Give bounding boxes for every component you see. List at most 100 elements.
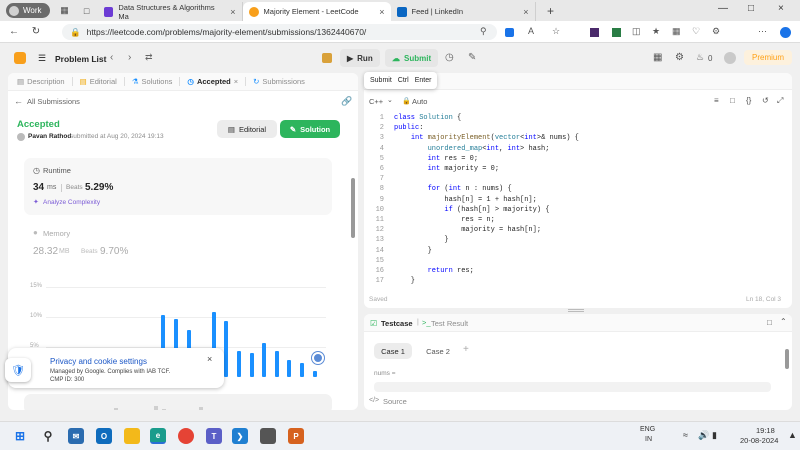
- new-tab-icon[interactable]: +: [544, 4, 558, 18]
- code-line[interactable]: if (hash[n] > majority) {: [394, 206, 549, 216]
- collapse-icon[interactable]: ⌃: [780, 317, 787, 326]
- close-icon[interactable]: ×: [207, 354, 212, 364]
- nums-input[interactable]: [374, 382, 771, 392]
- analyze-complexity-link[interactable]: Analyze Complexity: [43, 199, 100, 206]
- close-icon[interactable]: ×: [230, 7, 235, 17]
- tab-testcase[interactable]: Testcase: [381, 319, 413, 328]
- autocomplete-mode[interactable]: Auto: [412, 97, 427, 106]
- outlook-app-icon[interactable]: O: [96, 428, 112, 444]
- shuffle-icon[interactable]: ⇄: [145, 52, 153, 63]
- code-line[interactable]: class Solution {: [394, 114, 461, 124]
- streak-fire-icon[interactable]: ♨: [696, 52, 704, 63]
- extension-icon[interactable]: [505, 28, 514, 37]
- run-button[interactable]: ▶ Run: [340, 49, 380, 67]
- code-line[interactable]: majority = hash[n];: [394, 226, 541, 236]
- code-line[interactable]: unordered_map<int, int> hash;: [394, 145, 550, 155]
- tab-editorial[interactable]: ▤ Editorial: [75, 73, 122, 91]
- prev-problem-icon[interactable]: ‹: [110, 52, 113, 63]
- close-icon[interactable]: ×: [379, 7, 384, 17]
- close-window-icon[interactable]: ×: [778, 3, 784, 14]
- next-problem-icon[interactable]: ›: [128, 52, 131, 63]
- terminal-app-icon[interactable]: [260, 428, 276, 444]
- user-avatar[interactable]: [724, 52, 736, 64]
- close-icon[interactable]: ×: [523, 7, 528, 17]
- all-submissions-link[interactable]: All Submissions: [27, 97, 80, 106]
- code-line[interactable]: }: [394, 277, 415, 287]
- fullscreen-icon[interactable]: ⤢: [777, 96, 783, 106]
- profile-button[interactable]: Work: [6, 3, 50, 18]
- chart-bar[interactable]: [262, 343, 267, 377]
- settings-icon[interactable]: ⚙: [712, 26, 720, 37]
- chart-bar[interactable]: [249, 353, 254, 377]
- browser-tab-leetcode[interactable]: Majority Element - LeetCode ×: [242, 2, 391, 21]
- copilot-icon[interactable]: [780, 27, 791, 38]
- clock-time[interactable]: 19:18: [756, 426, 775, 435]
- volume-icon[interactable]: 🔊: [698, 430, 709, 441]
- tab-submissions[interactable]: ↻ Submissions: [248, 73, 310, 91]
- back-icon[interactable]: ←: [6, 26, 22, 37]
- bookmark-icon[interactable]: □: [730, 96, 735, 105]
- code-line[interactable]: public:: [394, 124, 423, 134]
- scrollbar-thumb[interactable]: [785, 349, 789, 369]
- problem-list-link[interactable]: Problem List: [55, 54, 106, 64]
- shield-icon[interactable]: 🛡: [5, 358, 31, 382]
- scrollbar-thumb[interactable]: [351, 178, 355, 238]
- code-line[interactable]: return res;: [394, 267, 474, 277]
- arrow-left-icon[interactable]: ←: [14, 96, 23, 106]
- runtime-card[interactable]: ◷ Runtime 34 ms Beats 5.29% ✦ Analyze Co…: [24, 158, 332, 215]
- reset-icon[interactable]: ↺: [762, 96, 769, 105]
- debugger-icon[interactable]: [322, 53, 332, 63]
- code-line[interactable]: hash[n] = 1 + hash[n];: [394, 196, 536, 206]
- split-screen-icon[interactable]: ◫: [632, 26, 641, 37]
- windows-start-icon[interactable]: ⊞: [12, 428, 28, 444]
- search-icon[interactable]: ⚲: [480, 26, 487, 37]
- settings-icon[interactable]: ⚙: [675, 52, 684, 63]
- code-line[interactable]: int majority = 0;: [394, 165, 499, 175]
- clock-date[interactable]: 20-08-2024: [740, 436, 778, 445]
- tab-accepted[interactable]: ◷ Accepted ×: [182, 73, 243, 91]
- submitter-name[interactable]: Pavan Rathod: [28, 133, 71, 140]
- mail-app-icon[interactable]: ✉: [68, 428, 84, 444]
- heart-icon[interactable]: ♡: [692, 26, 700, 37]
- format-icon[interactable]: ≡: [714, 96, 719, 105]
- tab-solutions[interactable]: ⚗ Solutions: [127, 73, 178, 91]
- add-case-icon[interactable]: +: [463, 344, 469, 355]
- file-explorer-icon[interactable]: [124, 428, 140, 444]
- source-link[interactable]: Source: [383, 397, 407, 406]
- vscode-icon[interactable]: ❯: [232, 428, 248, 444]
- read-aloud-icon[interactable]: A: [528, 26, 534, 36]
- layout-icon[interactable]: ▦: [653, 52, 662, 63]
- leetcode-logo-icon[interactable]: [14, 52, 26, 64]
- solution-button[interactable]: ✎ Solution: [280, 120, 340, 138]
- chrome-icon[interactable]: [178, 428, 194, 444]
- chart-bar[interactable]: [274, 350, 279, 377]
- battery-icon[interactable]: ▮: [712, 430, 717, 441]
- list-icon[interactable]: ☰: [38, 53, 46, 64]
- resize-handle[interactable]: [568, 309, 584, 312]
- chart-bar[interactable]: [287, 359, 292, 377]
- favorite-icon[interactable]: ☆: [552, 26, 560, 37]
- expand-icon[interactable]: □: [767, 318, 772, 327]
- edge-browser-icon[interactable]: e: [150, 428, 166, 444]
- minimize-icon[interactable]: —: [718, 3, 728, 14]
- submit-button[interactable]: ☁ Submit: [385, 49, 439, 67]
- chart-bar[interactable]: [224, 321, 229, 377]
- refresh-icon[interactable]: ↻: [28, 26, 44, 37]
- case-2-tab[interactable]: Case 2: [419, 343, 457, 359]
- notification-icon[interactable]: ▲: [788, 430, 797, 440]
- timer-icon[interactable]: ◷: [445, 52, 454, 63]
- extension-green-icon[interactable]: [612, 28, 621, 37]
- chevron-down-icon[interactable]: ⌄: [387, 96, 393, 104]
- code-line[interactable]: for (int n : nums) {: [394, 185, 512, 195]
- tab-description[interactable]: ▤ Description: [12, 73, 70, 91]
- extension-purple-icon[interactable]: [590, 28, 599, 37]
- code-lines[interactable]: 1 class Solution {2 public: 3 int majorityE…: [364, 114, 792, 286]
- keyboard-language[interactable]: ENG: [640, 426, 655, 433]
- maximize-icon[interactable]: □: [748, 3, 754, 14]
- search-icon[interactable]: ⚲: [40, 428, 56, 444]
- tab-actions-icon[interactable]: □: [80, 4, 94, 18]
- editorial-button[interactable]: ▤ Editorial: [217, 120, 277, 138]
- premium-button[interactable]: Premium: [744, 50, 793, 65]
- code-line[interactable]: }: [394, 247, 432, 257]
- browser-tab-dsa[interactable]: Data Structures & Algorithms Ma ×: [98, 2, 243, 21]
